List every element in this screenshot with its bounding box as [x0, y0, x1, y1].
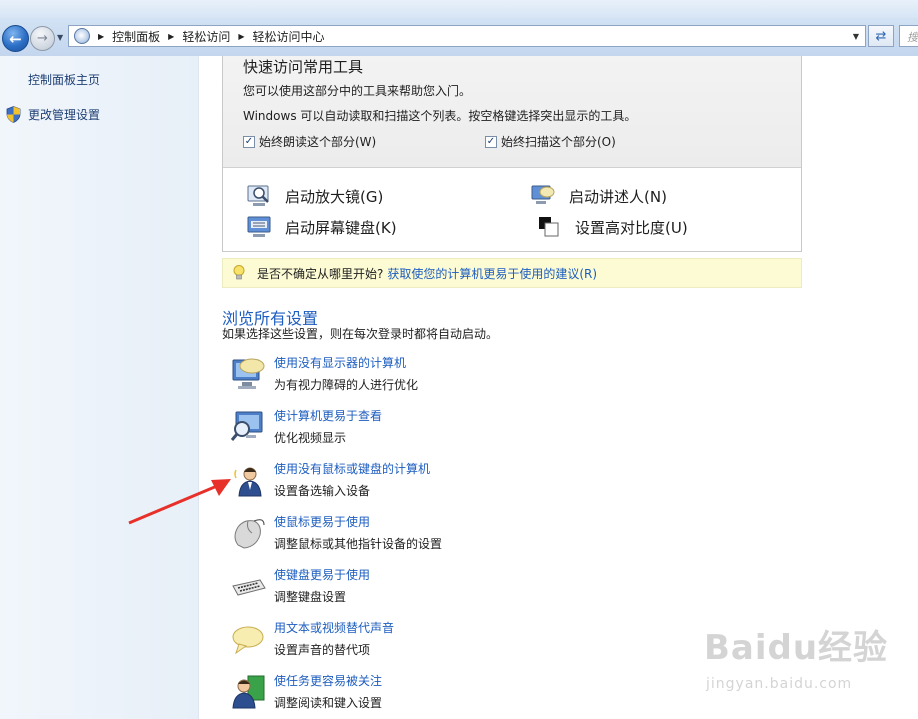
- quick-access-header: 快速访问常用工具 您可以使用这部分中的工具来帮助您入门。 Windows 可以自…: [223, 56, 801, 168]
- quick-access-hint: Windows 可以自动读取和扫描这个列表。按空格键选择突出显示的工具。: [243, 109, 637, 123]
- forward-button[interactable]: →: [30, 26, 55, 51]
- easier-to-see-description: 优化视频显示: [274, 431, 347, 445]
- text-video-alternatives-link[interactable]: 用文本或视频替代声音: [274, 619, 394, 636]
- suggestion-text: 是否不确定从哪里开始?: [257, 266, 384, 281]
- search-placeholder: 搜: [907, 31, 918, 44]
- on-screen-keyboard-icon: [247, 216, 271, 237]
- breadcrumb-control-panel[interactable]: 控制面板: [112, 28, 160, 45]
- breadcrumb-ease-of-access-center[interactable]: 轻松访问中心: [253, 28, 325, 45]
- mouse-icon: [234, 519, 265, 549]
- search-input[interactable]: 搜: [899, 25, 918, 47]
- magnifier-icon: [247, 185, 269, 206]
- suggestion-bar: 是否不确定从哪里开始? 获取使您的计算机更易于使用的建议(R): [222, 258, 802, 288]
- no-mouse-keyboard-link[interactable]: 使用没有鼠标或键盘的计算机: [274, 460, 430, 477]
- no-display-description: 为有视力障碍的人进行优化: [274, 378, 419, 392]
- easier-mouse-description: 调整鼠标或其他指针设备的设置: [274, 537, 443, 551]
- setting-item: 使用没有显示器的计算机 为有视力障碍的人进行优化: [230, 354, 790, 398]
- shield-icon: [6, 106, 21, 123]
- user-speech-icon: [234, 467, 262, 497]
- change-admin-settings-link[interactable]: 更改管理设置: [28, 106, 100, 123]
- text-video-alternatives-description: 设置声音的替代项: [274, 643, 371, 657]
- easier-focus-description: 调整阅读和键入设置: [274, 696, 383, 710]
- narrator-icon: [531, 185, 555, 204]
- refresh-icon: ⇄: [875, 28, 887, 44]
- set-high-contrast-link[interactable]: 设置高对比度(U): [537, 215, 688, 239]
- back-button[interactable]: ←: [2, 25, 29, 52]
- easier-keyboard-description: 调整键盘设置: [274, 590, 347, 604]
- start-magnifier-link[interactable]: 启动放大镜(G): [247, 184, 383, 208]
- recent-pages-dropdown[interactable]: ▼: [57, 33, 67, 43]
- no-display-icon: [232, 358, 265, 389]
- address-dropdown-button[interactable]: ▼: [849, 29, 863, 43]
- window-glass: [0, 0, 918, 18]
- baidu-watermark: Baidu经验 jingyan.baidu.com: [700, 620, 900, 700]
- chevron-right-icon[interactable]: ▶: [168, 32, 174, 41]
- refresh-button[interactable]: ⇄: [868, 25, 894, 47]
- easier-focus-link[interactable]: 使任务更容易被关注: [274, 672, 382, 689]
- no-display-link[interactable]: 使用没有显示器的计算机: [274, 354, 406, 371]
- high-contrast-icon: [539, 217, 559, 237]
- setting-item: 使用没有鼠标或键盘的计算机 设置备选输入设备: [230, 460, 790, 504]
- always-read-label: 始终朗读这个部分(W): [259, 135, 377, 149]
- quick-access-title: 快速访问常用工具: [243, 58, 364, 76]
- watermark-logo: Baidu经验: [704, 628, 889, 668]
- set-high-contrast-label: 设置高对比度(U): [575, 218, 688, 237]
- setting-item: 使计算机更易于查看 优化视频显示: [230, 407, 790, 451]
- easier-keyboard-link[interactable]: 使键盘更易于使用: [274, 566, 370, 583]
- title-address-bar: ← → ▼ ▶ 控制面板 ▶ 轻松访问 ▶ 轻松访问中心 ▼ ⇄ 搜: [0, 0, 918, 56]
- annotation-arrow-icon: [128, 479, 231, 525]
- browse-settings-subtitle: 如果选择这些设置，则在每次登录时都将自动启动。: [222, 327, 499, 341]
- start-narrator-link[interactable]: 启动讲述人(N): [531, 184, 667, 208]
- start-magnifier-label: 启动放大镜(G): [285, 187, 384, 206]
- keyboard-icon: [232, 579, 266, 596]
- setting-item: 使鼠标更易于使用 调整鼠标或其他指针设备的设置: [230, 513, 790, 557]
- start-on-screen-keyboard-link[interactable]: 启动屏幕键盘(K): [247, 215, 397, 239]
- lightbulb-icon: [233, 265, 245, 280]
- control-panel-icon: [74, 28, 90, 44]
- quick-access-panel: 快速访问常用工具 您可以使用这部分中的工具来帮助您入门。 Windows 可以自…: [222, 56, 802, 252]
- always-scan-label: 始终扫描这个部分(O): [501, 135, 616, 149]
- chevron-right-icon[interactable]: ▶: [98, 32, 104, 41]
- left-task-pane: 控制面板主页 更改管理设置: [0, 56, 199, 719]
- start-narrator-label: 启动讲述人(N): [569, 187, 667, 206]
- checkbox-checked-icon[interactable]: ✓: [485, 135, 497, 148]
- chevron-down-icon: ▼: [852, 31, 860, 41]
- magnify-display-icon: [230, 411, 263, 441]
- focus-user-icon: [232, 675, 265, 709]
- start-on-screen-keyboard-label: 启动屏幕键盘(K): [285, 218, 397, 237]
- get-recommendations-link[interactable]: 获取使您的计算机更易于使用的建议(R): [387, 265, 597, 282]
- always-scan-checkbox[interactable]: ✓ 始终扫描这个部分(O): [485, 133, 616, 150]
- control-panel-home-link[interactable]: 控制面板主页: [28, 71, 100, 88]
- speech-bubble-icon: [232, 626, 264, 655]
- easier-to-see-link[interactable]: 使计算机更易于查看: [274, 407, 382, 424]
- breadcrumb-ease-of-access[interactable]: 轻松访问: [182, 28, 230, 45]
- easier-mouse-link[interactable]: 使鼠标更易于使用: [274, 513, 370, 530]
- arrow-left-icon: ←: [9, 29, 22, 48]
- watermark-url: jingyan.baidu.com: [706, 676, 853, 692]
- chevron-right-icon[interactable]: ▶: [238, 32, 244, 41]
- quick-access-description: 您可以使用这部分中的工具来帮助您入门。: [243, 84, 472, 98]
- checkbox-checked-icon[interactable]: ✓: [243, 135, 255, 148]
- address-bar[interactable]: ▶ 控制面板 ▶ 轻松访问 ▶ 轻松访问中心 ▼: [68, 25, 866, 47]
- arrow-right-icon: →: [37, 31, 48, 46]
- setting-item: 使键盘更易于使用 调整键盘设置: [230, 566, 790, 610]
- no-mouse-keyboard-description: 设置备选输入设备: [274, 484, 371, 498]
- always-read-checkbox[interactable]: ✓ 始终朗读这个部分(W): [243, 133, 376, 150]
